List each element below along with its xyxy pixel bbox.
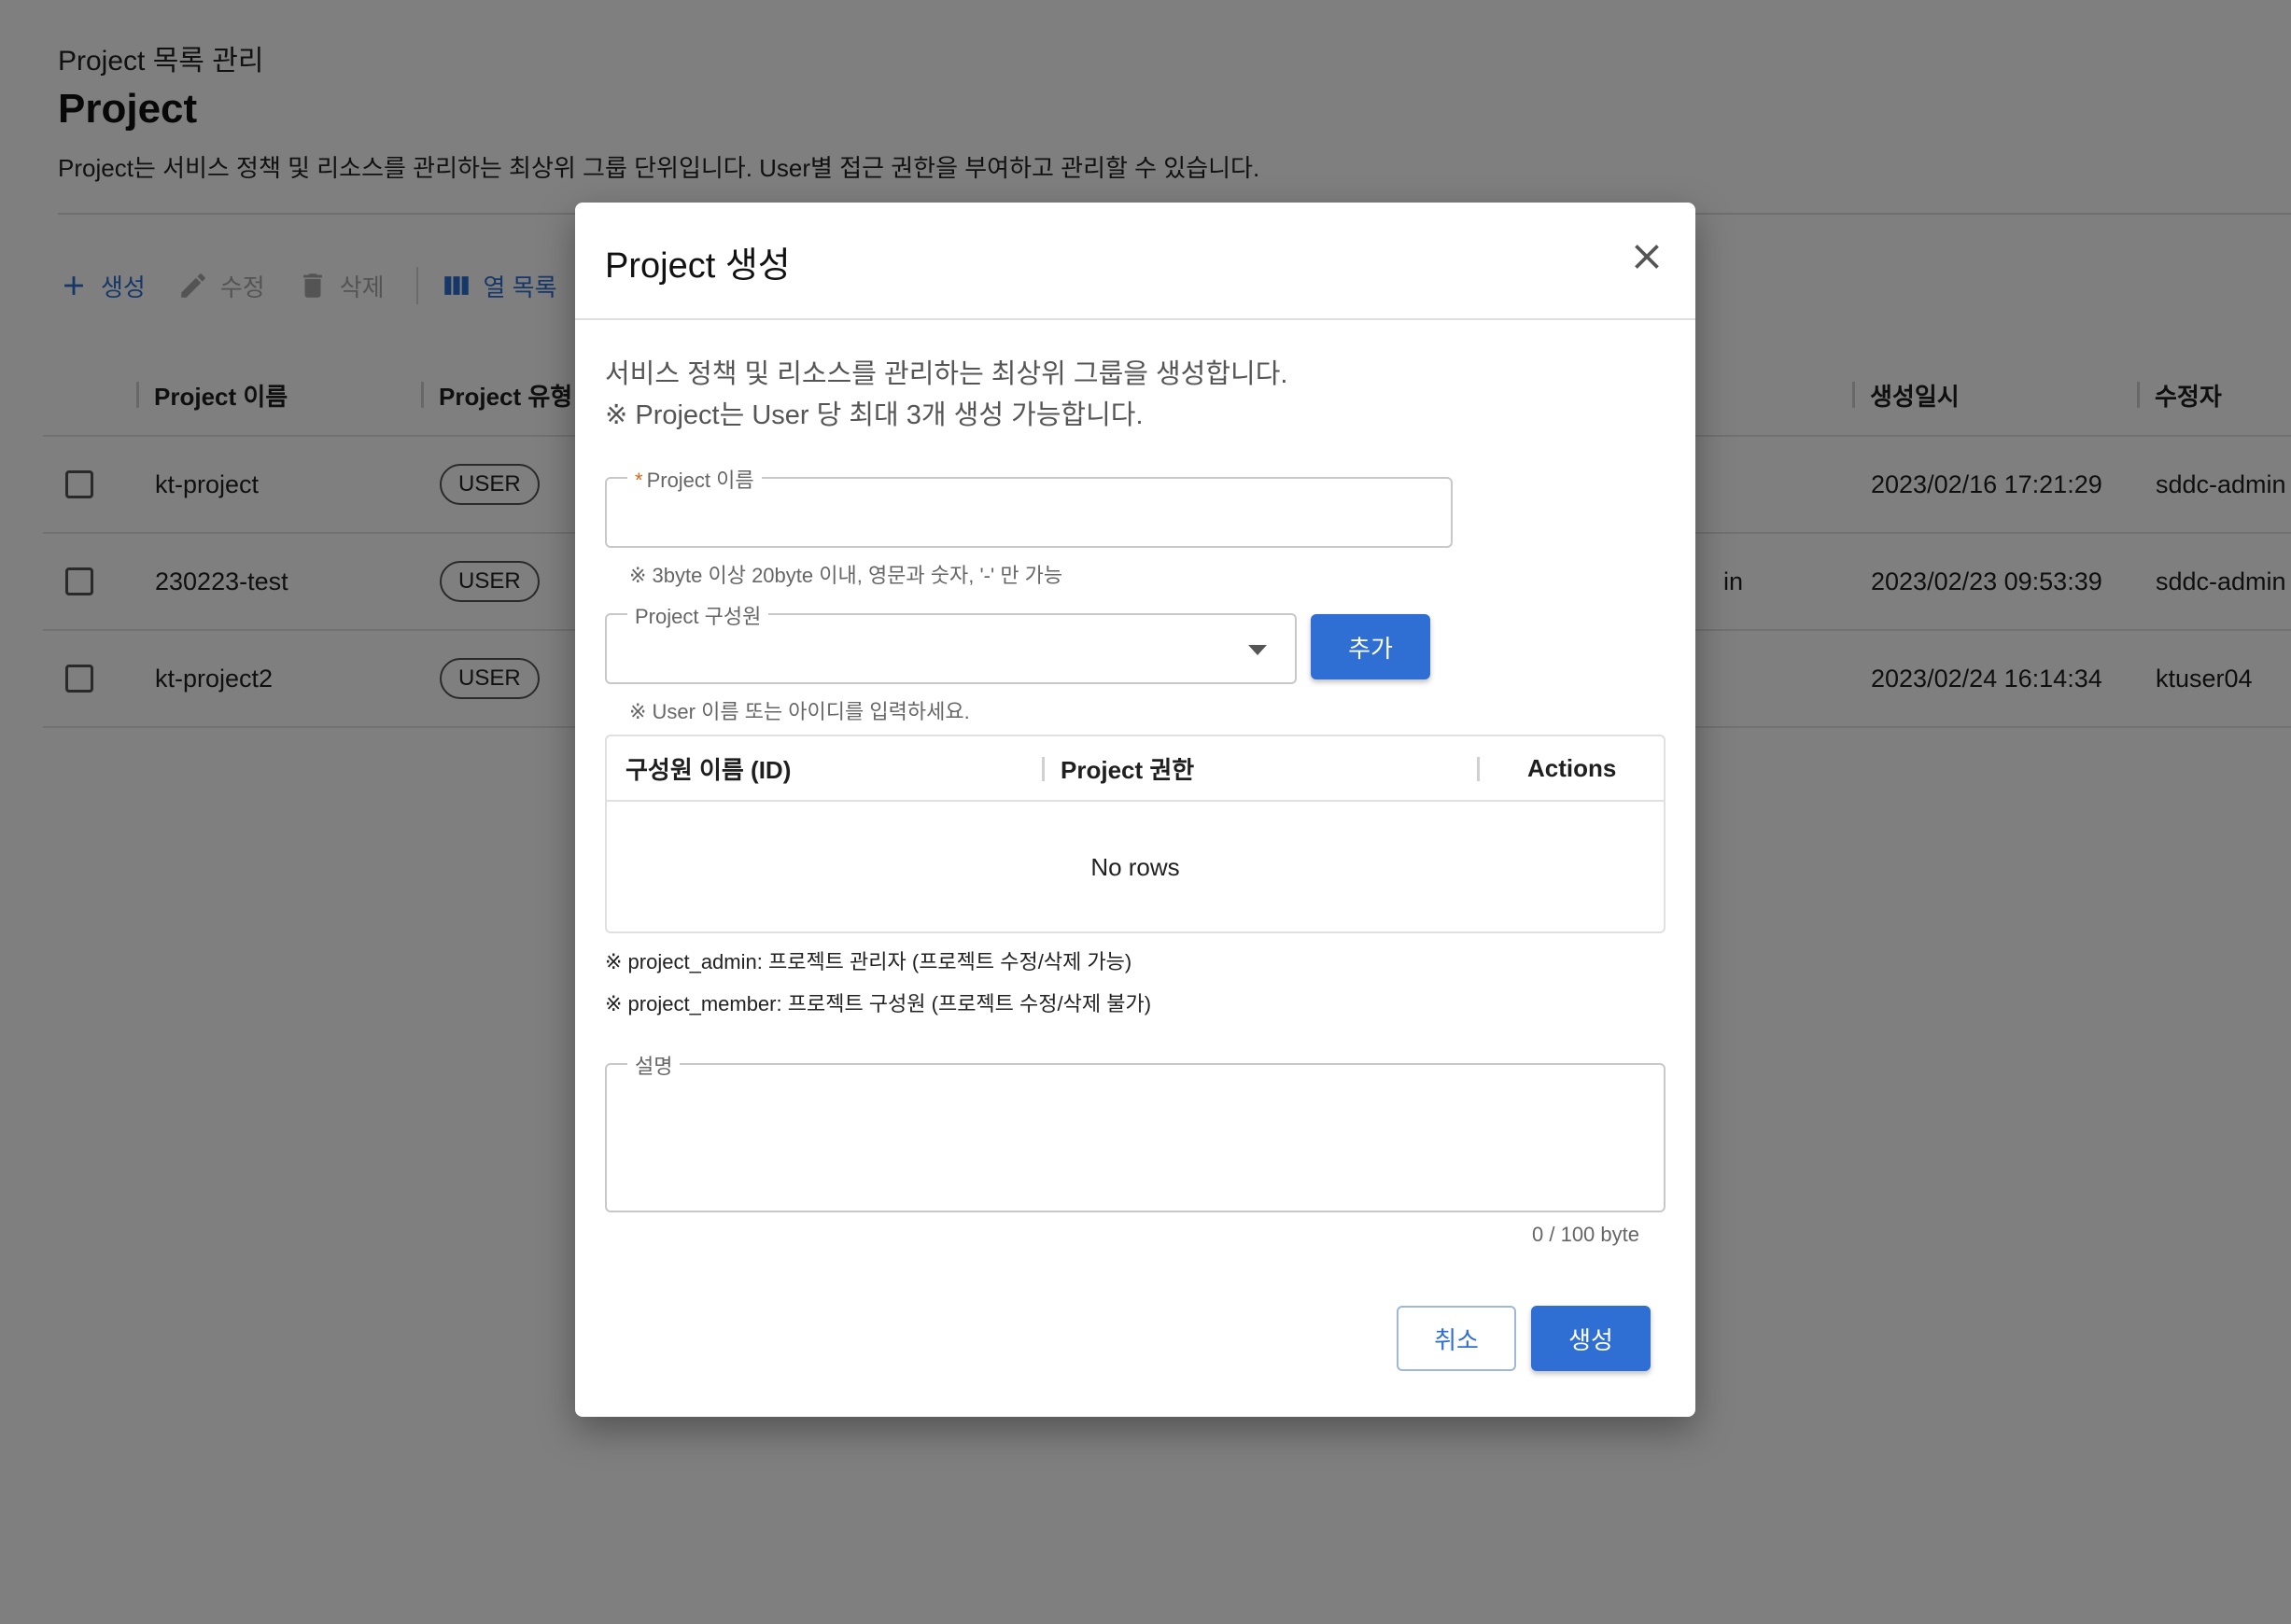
- close-icon[interactable]: [1626, 236, 1667, 277]
- byte-counter: 0 / 100 byte: [1532, 1223, 1639, 1246]
- create-project-dialog: Project 생성 서비스 정책 및 리소스를 관리하는 최상위 그룹을 생성…: [575, 203, 1695, 1417]
- project-name-field[interactable]: * Project 이름: [605, 464, 1453, 548]
- project-member-field[interactable]: Project 구성원: [605, 600, 1297, 684]
- project-name-helper: ※ 3byte 이상 20byte 이내, 영문과 숫자, '-' 만 가능: [629, 564, 1063, 587]
- column-header-actions: Actions: [1527, 753, 1617, 782]
- column-separator: [1042, 757, 1045, 781]
- project-name-input[interactable]: [607, 479, 1451, 546]
- description-field[interactable]: 설명: [605, 1050, 1666, 1212]
- dialog-title: Project 생성: [605, 246, 791, 286]
- role-note-admin: ※ project_admin: 프로젝트 관리자 (프로젝트 수정/삭제 가능…: [605, 950, 1132, 973]
- column-header-member[interactable]: 구성원 이름 (ID): [625, 736, 791, 800]
- project-member-helper: ※ User 이름 또는 아이디를 입력하세요.: [629, 700, 970, 723]
- dialog-divider: [575, 318, 1695, 320]
- column-separator: [1477, 757, 1480, 781]
- submit-button[interactable]: 생성: [1531, 1306, 1651, 1371]
- member-grid: 구성원 이름 (ID) Project 권한 Actions No rows: [605, 735, 1666, 933]
- role-note-member: ※ project_member: 프로젝트 구성원 (프로젝트 수정/삭제 불…: [605, 992, 1152, 1015]
- project-member-input[interactable]: [607, 615, 1295, 682]
- dialog-intro: 서비스 정책 및 리소스를 관리하는 최상위 그룹을 생성합니다.: [605, 359, 1288, 389]
- chevron-down-icon[interactable]: [1248, 645, 1267, 655]
- add-member-button[interactable]: 추가: [1311, 614, 1430, 679]
- empty-state: No rows: [1090, 853, 1180, 881]
- dialog-limit-note: ※ Project는 User 당 최대 3개 생성 가능합니다.: [605, 400, 1144, 430]
- description-textarea[interactable]: [607, 1065, 1664, 1211]
- column-header-role[interactable]: Project 권한: [1061, 736, 1194, 800]
- cancel-button[interactable]: 취소: [1397, 1306, 1516, 1371]
- member-grid-header: 구성원 이름 (ID) Project 권한 Actions: [607, 736, 1664, 802]
